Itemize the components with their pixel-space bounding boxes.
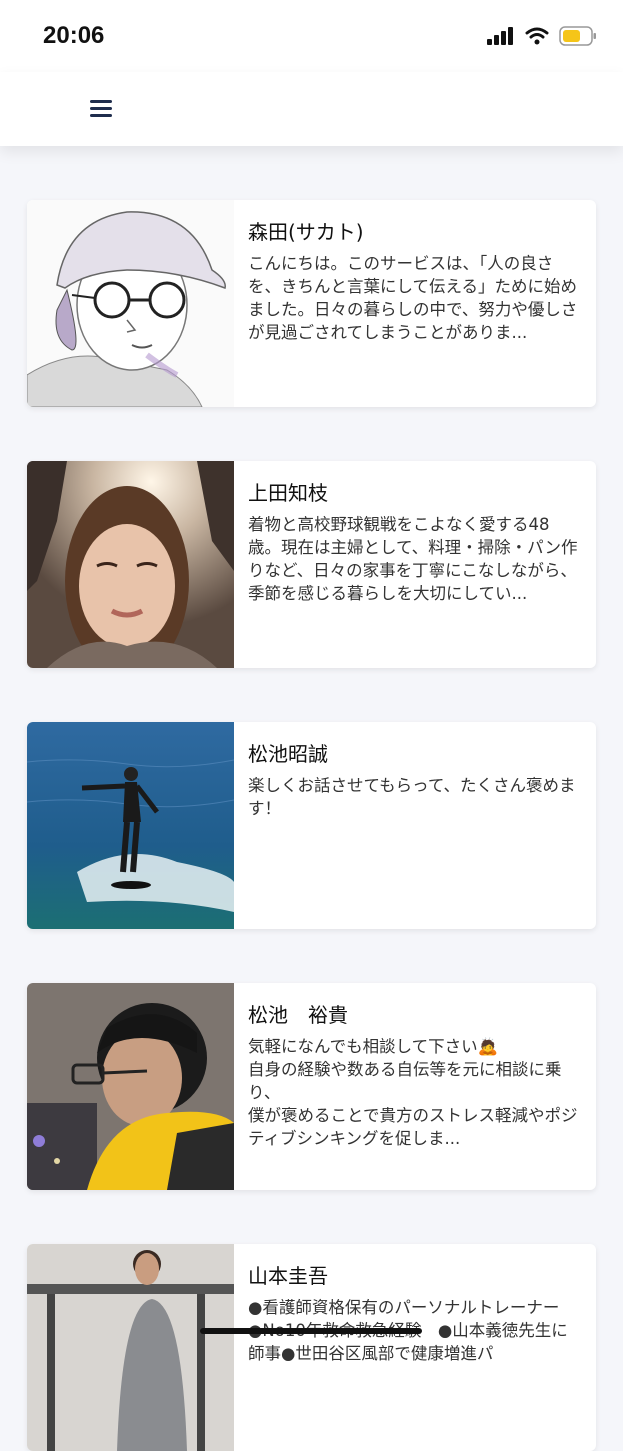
status-bar: 20:06 <box>0 0 623 72</box>
status-time: 20:06 <box>43 22 105 49</box>
profile-photo <box>27 983 234 1190</box>
profile-description: 気軽になんでも相談して下さい🙇 自身の経験や数ある自伝等を元に相談に乗り、 僕が… <box>248 1037 578 1148</box>
profile-description: こんにちは。このサービスは、「人の良さを、きちんと言葉にして伝える」ために始めま… <box>248 254 578 342</box>
battery-icon <box>559 26 596 46</box>
profile-card[interactable]: 山本圭吾 ●看護師資格保有のパーソナルトレーナー ●No10年救命救急経験 ●山… <box>27 1244 596 1451</box>
hamburger-menu-icon[interactable] <box>84 94 118 124</box>
profile-name: 松池昭誠 <box>248 742 328 766</box>
profile-card[interactable]: 森田(サカト) こんにちは。このサービスは、「人の良さを、きちんと言葉にして伝え… <box>27 200 596 407</box>
profile-name: 山本圭吾 <box>248 1264 328 1288</box>
profile-description: 着物と高校野球観戦をこよなく愛する48歳。現在は主婦として、料理・掃除・パン作り… <box>248 515 578 603</box>
profile-name: 上田知枝 <box>248 481 328 505</box>
profile-card[interactable]: 上田知枝 着物と高校野球観戦をこよなく愛する48歳。現在は主婦として、料理・掃除… <box>27 461 596 668</box>
profile-name: 松池 裕貴 <box>248 1003 348 1027</box>
profile-card[interactable]: 松池 裕貴 気軽になんでも相談して下さい🙇 自身の経験や数ある自伝等を元に相談に… <box>27 983 596 1190</box>
profile-name: 森田(サカト) <box>248 220 364 244</box>
profile-photo <box>27 722 234 929</box>
profile-photo <box>27 200 234 407</box>
profile-photo <box>27 461 234 668</box>
app-header <box>0 72 623 146</box>
profile-photo <box>27 1244 234 1451</box>
wifi-icon <box>525 27 549 45</box>
home-indicator[interactable] <box>200 1328 422 1334</box>
profile-card[interactable]: 松池昭誠 楽しくお話させてもらって、たくさん褒めます！ <box>27 722 596 929</box>
profile-description: 楽しくお話させてもらって、たくさん褒めます！ <box>248 776 576 818</box>
status-icons <box>487 26 597 46</box>
signal-icon <box>487 27 513 45</box>
